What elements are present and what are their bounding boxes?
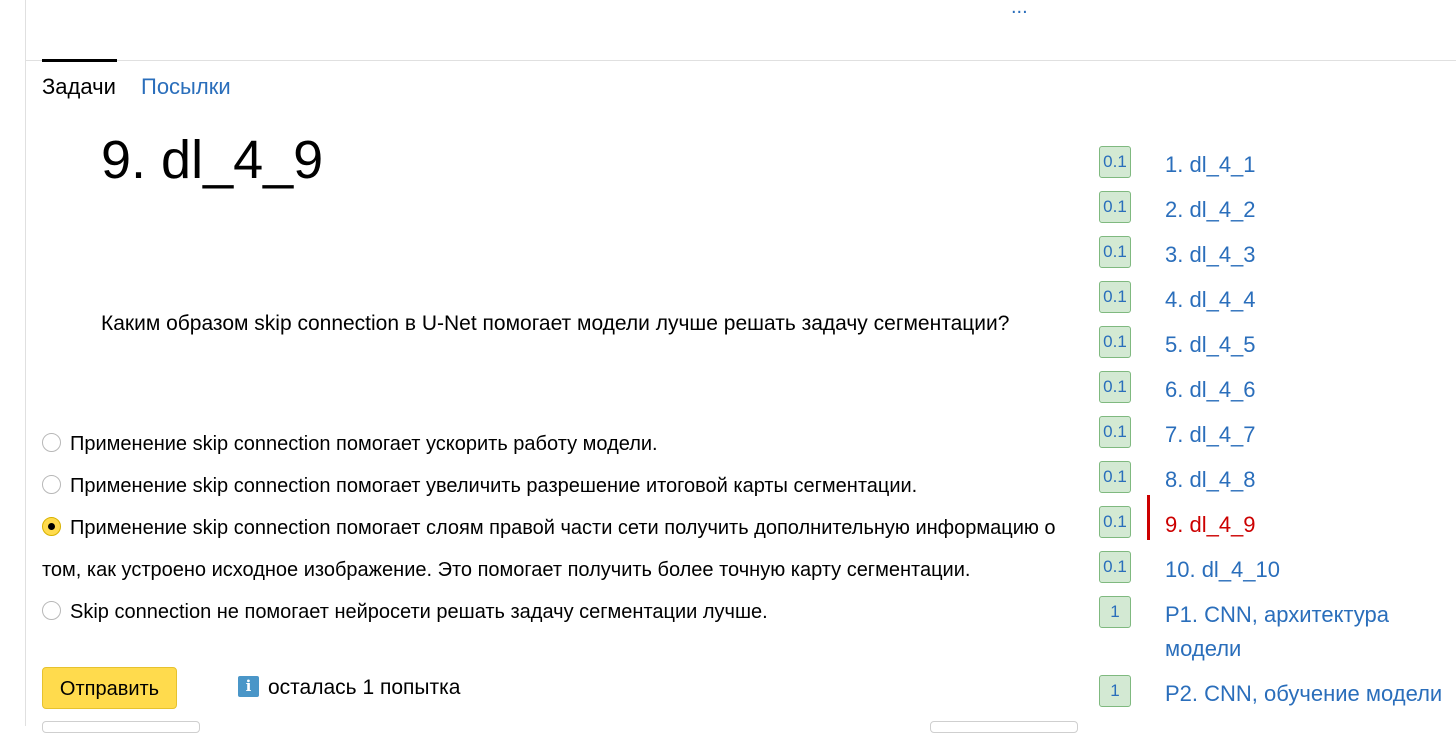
option-label: Skip connection не помогает нейросети ре…	[70, 601, 768, 623]
sidebar-item-label[interactable]: 6. dl_4_6	[1165, 373, 1445, 407]
radio-button-checked[interactable]	[42, 517, 61, 537]
score-badge: 1	[1099, 675, 1131, 707]
attempts-text: осталась 1 попытка	[268, 676, 461, 699]
sidebar-item-label[interactable]: 3. dl_4_3	[1165, 238, 1445, 272]
sidebar-item-label[interactable]: P2. CNN, обучение модели	[1165, 677, 1445, 711]
score-badge: 0.1	[1099, 506, 1131, 538]
sidebar-item-label[interactable]: 4. dl_4_4	[1165, 283, 1445, 317]
score-badge: 0.1	[1099, 326, 1131, 358]
sidebar-item-label[interactable]: 2. dl_4_2	[1165, 193, 1445, 227]
tab-tasks[interactable]: Задачи	[42, 59, 117, 100]
question-text: Каким образом skip connection в U-Net по…	[101, 312, 1010, 335]
tab-submissions[interactable]: Посылки	[141, 74, 231, 100]
submit-button[interactable]: Отправить	[42, 667, 177, 709]
score-badge: 0.1	[1099, 191, 1131, 223]
answer-option[interactable]: Применение skip connection помогает увел…	[42, 465, 1082, 507]
sidebar-item-label[interactable]: 10. dl_4_10	[1165, 553, 1445, 587]
option-label: Применение skip connection помогает слоя…	[42, 517, 1056, 581]
answer-option[interactable]: Skip connection не помогает нейросети ре…	[42, 591, 1082, 633]
radio-button[interactable]	[42, 601, 61, 621]
task-title: 9. dl_4_9	[101, 130, 324, 190]
score-badge: 0.1	[1099, 461, 1131, 493]
score-badge: 0.1	[1099, 551, 1131, 583]
answer-option-selected[interactable]: Применение skip connection помогает слоя…	[42, 507, 1082, 591]
more-link[interactable]: ...	[1011, 0, 1028, 19]
sidebar-item-label[interactable]: P1. CNN, архитектура модели	[1165, 598, 1445, 666]
option-label: Применение skip connection помогает увел…	[70, 475, 918, 497]
score-badge: 0.1	[1099, 371, 1131, 403]
radio-button[interactable]	[42, 475, 61, 495]
sidebar-item-label[interactable]: 7. dl_4_7	[1165, 418, 1445, 452]
radio-button[interactable]	[42, 433, 61, 453]
bottom-nav-button[interactable]	[42, 721, 200, 733]
sidebar-item-label[interactable]: 1. dl_4_1	[1165, 148, 1445, 182]
left-rail	[25, 0, 26, 726]
sidebar-item-label[interactable]: 8. dl_4_8	[1165, 463, 1445, 497]
score-badge: 1	[1099, 596, 1131, 628]
score-badge: 0.1	[1099, 146, 1131, 178]
task-list-sidebar: 0.1 1. dl_4_1 0.1 2. dl_4_2 0.1 3. dl_4_…	[1099, 0, 1456, 726]
current-task-marker	[1147, 495, 1150, 540]
attempts-info: i осталась 1 попытка	[238, 675, 460, 701]
sidebar-item-label[interactable]: 5. dl_4_5	[1165, 328, 1445, 362]
score-badge: 0.1	[1099, 236, 1131, 268]
option-label: Применение skip connection помогает уско…	[70, 433, 658, 455]
answer-option[interactable]: Применение skip connection помогает уско…	[42, 423, 1082, 465]
info-icon: i	[238, 676, 259, 697]
score-badge: 0.1	[1099, 416, 1131, 448]
sidebar-item-label[interactable]: 9. dl_4_9	[1165, 508, 1445, 542]
score-badge: 0.1	[1099, 281, 1131, 313]
bottom-nav-button[interactable]	[930, 721, 1078, 733]
